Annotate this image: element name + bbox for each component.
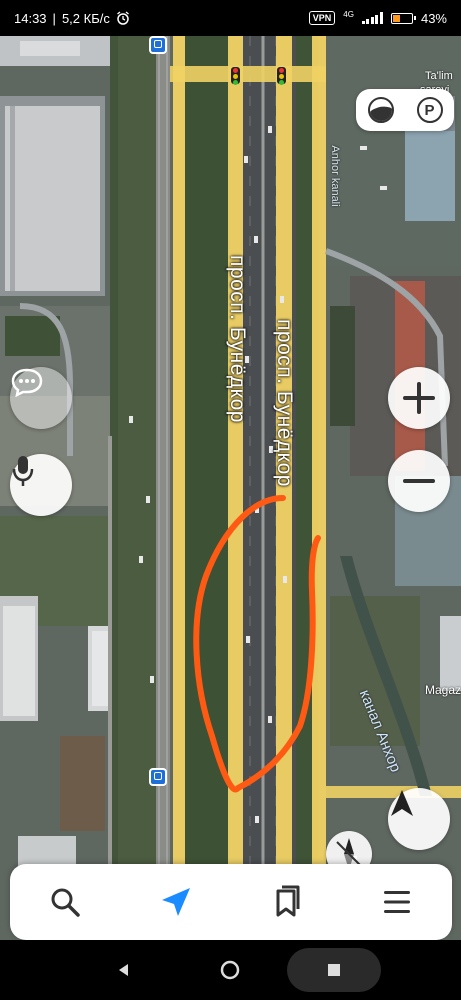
recents-icon xyxy=(328,964,340,976)
poi-label-top: Ta'lim xyxy=(425,70,453,82)
status-right: VPN 4G 43% xyxy=(308,9,447,26)
minus-icon xyxy=(403,465,435,497)
battery-level xyxy=(392,14,400,22)
back-button[interactable] xyxy=(94,940,154,1000)
navigation-arrow-icon xyxy=(161,888,190,916)
zoom-out-button[interactable] xyxy=(388,450,450,512)
tram-stop-icon[interactable] xyxy=(149,768,167,786)
battery-icon xyxy=(390,12,416,24)
bottom-nav-bar xyxy=(10,864,452,940)
satellite-map[interactable]: просп. Бунёдкор просп. Бунёдкор канал Ан… xyxy=(0,36,461,960)
my-location-button[interactable] xyxy=(388,788,450,850)
location-arrow-icon xyxy=(391,790,413,816)
traffic-light-icon xyxy=(277,67,286,85)
layers-icon[interactable] xyxy=(367,97,394,123)
chat-button[interactable] xyxy=(10,367,72,429)
battery-percent: 43% xyxy=(420,10,447,26)
home-button[interactable] xyxy=(200,940,260,1000)
vpn-badge: VPN xyxy=(308,11,336,25)
parking-icon[interactable]: P xyxy=(416,97,443,123)
microphone-icon xyxy=(12,456,34,486)
network-type: 4G xyxy=(343,9,354,19)
layers-panel: P xyxy=(356,89,454,131)
street-label: просп. Бунёдкор xyxy=(273,319,296,487)
search-button[interactable] xyxy=(37,874,93,930)
bookmarks-icon xyxy=(276,885,300,917)
back-icon xyxy=(119,964,128,976)
status-bar: 14:33 | 5,2 КБ/с VPN 4G 43% xyxy=(0,0,461,36)
chat-icon xyxy=(11,368,43,397)
zoom-in-button[interactable] xyxy=(388,367,450,429)
alarm-icon xyxy=(116,11,129,25)
status-left: 14:33 | 5,2 КБ/с xyxy=(14,11,130,26)
status-separator: | xyxy=(52,10,56,26)
signal-icon xyxy=(361,12,383,24)
tram-stop-icon[interactable] xyxy=(149,36,167,54)
recents-button[interactable] xyxy=(287,948,381,992)
voice-search-button[interactable] xyxy=(10,454,72,516)
canal-label-uz: Anhor kanali xyxy=(329,145,341,207)
system-nav-bar xyxy=(0,940,461,1000)
menu-icon xyxy=(383,891,410,913)
bookmarks-button[interactable] xyxy=(258,874,314,930)
menu-button[interactable] xyxy=(369,874,425,930)
search-icon xyxy=(51,888,80,917)
shop-label: Magaz xyxy=(425,683,461,697)
street-label: просп. Бунёдкор xyxy=(226,255,249,423)
status-time: 14:33 xyxy=(14,10,47,26)
plus-icon xyxy=(403,382,435,414)
network-speed: 5,2 КБ/с xyxy=(61,10,110,26)
home-icon xyxy=(220,960,240,980)
navigation-button[interactable] xyxy=(148,874,204,930)
traffic-light-icon xyxy=(231,67,240,85)
